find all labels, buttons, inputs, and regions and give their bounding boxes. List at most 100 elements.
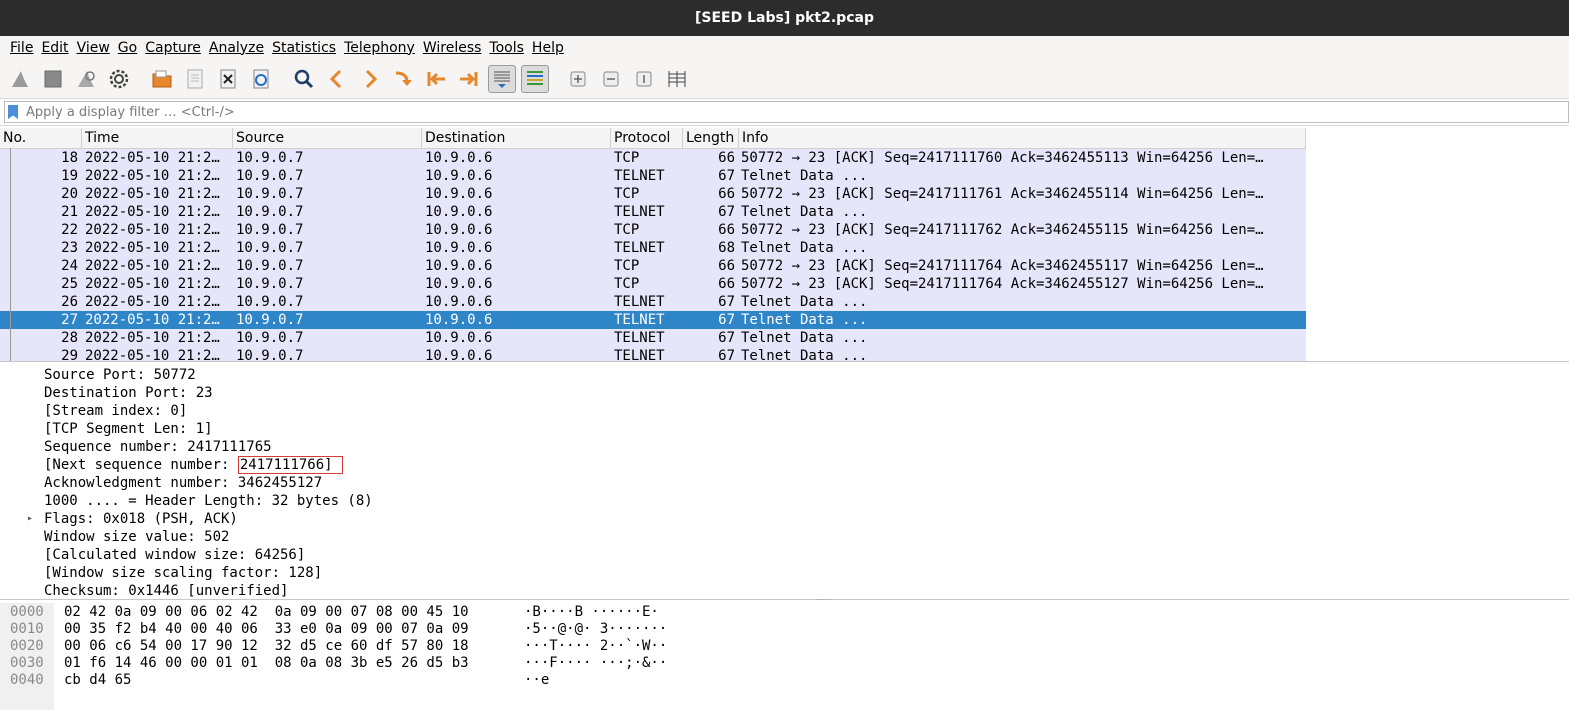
gear-options-icon[interactable] [105, 65, 133, 93]
display-filter-input[interactable] [24, 103, 1528, 121]
column-header-protocol[interactable]: Protocol [611, 128, 683, 148]
menu-analyze[interactable]: Analyze [205, 40, 268, 56]
packet-cell-time: 2022-05-10 21:2… [85, 240, 220, 256]
detail-line[interactable]: Sequence number: 2417111765 [0, 438, 1569, 456]
detail-line[interactable]: [TCP Segment Len: 1] [0, 420, 1569, 438]
detail-line[interactable]: [Calculated window size: 64256] [0, 546, 1569, 564]
bytes-offset[interactable]: 0040 [10, 672, 44, 689]
detail-line[interactable]: [Stream index: 0] [0, 402, 1569, 420]
column-header-length[interactable]: Length [683, 128, 739, 148]
search-icon[interactable] [290, 65, 318, 93]
detail-line[interactable]: Acknowledgment number: 3462455127 [0, 474, 1569, 492]
detail-line[interactable]: [Next sequence number: 2417111766] [0, 456, 1569, 474]
forward-arrow-icon[interactable] [356, 65, 384, 93]
packet-list-header: No. Time Source Destination Protocol Length In… [0, 128, 1306, 149]
expand-arrow-icon[interactable]: ▸ [27, 510, 33, 528]
menu-wireless[interactable]: Wireless [419, 40, 486, 56]
packet-bytes: 0000 02 42 0a 09 00 06 02 42 0a 09 00 07 … [0, 603, 1569, 710]
detail-line[interactable]: 1000 .... = Header Length: 32 bytes (8) [0, 492, 1569, 510]
column-header-info[interactable]: Info [739, 128, 1306, 148]
highlighted-value: 2417111766] [237, 456, 343, 474]
bytes-hex[interactable]: cb d4 65 [64, 672, 131, 689]
packet-row[interactable]: 26 2022-05-10 21:2… 10.9.0.7 10.9.0.6 TELNET… [0, 293, 1306, 311]
bytes-ascii[interactable]: ·5··@·@· 3······· [524, 621, 667, 638]
packet-row[interactable]: 29 2022-05-10 21:2… 10.9.0.7 10.9.0.6 TELNET… [0, 347, 1306, 361]
bytes-ascii[interactable]: ·B····B ······E· [524, 604, 659, 621]
bytes-ascii[interactable]: ··e [524, 672, 549, 689]
bytes-offset[interactable]: 0000 [10, 604, 44, 621]
column-header-no[interactable]: No. [0, 128, 82, 148]
last-packet-icon[interactable] [455, 65, 483, 93]
bytes-offset[interactable]: 0030 [10, 655, 44, 672]
colorize-icon[interactable] [521, 64, 549, 93]
bytes-hex[interactable]: 00 06 c6 54 00 17 90 12 32 d5 ce 60 df 5… [64, 638, 469, 655]
column-header-destination[interactable]: Destination [422, 128, 611, 148]
detail-line[interactable]: ▸ Flags: 0x018 (PSH, ACK) [0, 510, 1569, 528]
packet-row[interactable]: 21 2022-05-10 21:2… 10.9.0.7 10.9.0.6 TELNET… [0, 203, 1306, 221]
packet-cell-info: Telnet Data ... [741, 168, 868, 184]
packet-row[interactable]: 25 2022-05-10 21:2… 10.9.0.7 10.9.0.6 TCP 66 5… [0, 275, 1306, 293]
packet-cell-info: 50772 → 23 [ACK] Seq=2417111764 Ack=3462… [741, 276, 1264, 292]
detail-line[interactable]: Source Port: 50772 [0, 366, 1569, 384]
save-file-icon[interactable] [181, 65, 209, 93]
open-folder-icon[interactable] [148, 65, 176, 93]
bytes-ascii[interactable]: ···F···· ···;·&·· [524, 655, 667, 672]
first-packet-icon[interactable] [422, 65, 450, 93]
close-file-icon[interactable] [214, 65, 242, 93]
bookmark-icon[interactable] [8, 105, 18, 119]
go-to-packet-icon[interactable] [389, 65, 417, 93]
packet-row[interactable]: 19 2022-05-10 21:2… 10.9.0.7 10.9.0.6 TELNET… [0, 167, 1306, 185]
bytes-hex[interactable]: 02 42 0a 09 00 06 02 42 0a 09 00 07 08 0… [64, 604, 469, 621]
bytes-hex[interactable]: 01 f6 14 46 00 00 01 01 08 0a 08 3b e5 2… [64, 655, 469, 672]
packet-cell-dst: 10.9.0.6 [425, 312, 493, 328]
menu-file[interactable]: File [6, 40, 37, 56]
bytes-offset[interactable]: 0020 [10, 638, 44, 655]
menu-tools[interactable]: Tools [485, 40, 528, 56]
resize-columns-icon[interactable] [663, 65, 691, 93]
packet-cell-time: 2022-05-10 21:2… [85, 330, 220, 346]
packet-row[interactable]: 23 2022-05-10 21:2… 10.9.0.7 10.9.0.6 TELNET… [0, 239, 1306, 257]
bytes-hex[interactable]: 00 35 f2 b4 40 00 40 06 33 e0 0a 09 00 0… [64, 621, 469, 638]
stop-square-icon[interactable] [39, 65, 67, 93]
packet-row[interactable]: 28 2022-05-10 21:2… 10.9.0.7 10.9.0.6 TELNET… [0, 329, 1306, 347]
packet-list-rows: 18 2022-05-10 21:2… 10.9.0.7 10.9.0.6 TCP 66 5… [0, 149, 1569, 361]
back-arrow-icon[interactable] [323, 65, 351, 93]
menu-telephony[interactable]: Telephony [340, 40, 419, 56]
reload-file-icon[interactable] [247, 65, 275, 93]
detail-line[interactable]: Window size value: 502 [0, 528, 1569, 546]
menu-capture[interactable]: Capture [141, 40, 205, 56]
packet-cell-src: 10.9.0.7 [236, 222, 304, 238]
packet-row[interactable]: 18 2022-05-10 21:2… 10.9.0.7 10.9.0.6 TCP 66 5… [0, 149, 1306, 167]
display-filter-field[interactable] [4, 101, 1569, 123]
menu-go[interactable]: Go [114, 40, 141, 56]
zoom-in-icon[interactable] [564, 65, 592, 93]
column-header-time[interactable]: Time [82, 128, 233, 148]
bytes-offset[interactable]: 0010 [10, 621, 44, 638]
packet-cell-time: 2022-05-10 21:2… [85, 204, 220, 220]
detail-line[interactable]: Destination Port: 23 [0, 384, 1569, 402]
packet-cell-time: 2022-05-10 21:2… [85, 294, 220, 310]
zoom-out-icon[interactable] [597, 65, 625, 93]
bytes-ascii[interactable]: ···T···· 2··`·W·· [524, 638, 667, 655]
packet-row[interactable]: 20 2022-05-10 21:2… 10.9.0.7 10.9.0.6 TCP 66 5… [0, 185, 1306, 203]
normal-size-icon[interactable] [630, 65, 658, 93]
column-header-source[interactable]: Source [233, 128, 422, 148]
menu-edit[interactable]: Edit [37, 40, 72, 56]
shark-fin-restart-icon[interactable] [72, 65, 100, 93]
menu-view[interactable]: View [73, 40, 114, 56]
packet-cell-dst: 10.9.0.6 [425, 330, 493, 346]
packet-cell-len: 66 [718, 276, 735, 292]
packet-cell-dst: 10.9.0.6 [425, 294, 493, 310]
autoscroll-icon[interactable] [488, 64, 516, 93]
packet-row[interactable]: 24 2022-05-10 21:2… 10.9.0.7 10.9.0.6 TCP 66 5… [0, 257, 1306, 275]
shark-fin-start-icon[interactable] [6, 65, 34, 93]
detail-line[interactable]: [Window size scaling factor: 128] [0, 564, 1569, 582]
packet-cell-src: 10.9.0.7 [236, 330, 304, 346]
packet-row-selected[interactable]: 27 2022-05-10 21:2… 10.9.0.7 10.9.0.6 TELNET… [0, 311, 1306, 329]
packet-row[interactable]: 22 2022-05-10 21:2… 10.9.0.7 10.9.0.6 TCP 66 5… [0, 221, 1306, 239]
menu-help[interactable]: Help [528, 40, 568, 56]
detail-line[interactable]: Checksum: 0x1446 [unverified] [0, 582, 1569, 599]
menu-statistics[interactable]: Statistics [268, 40, 340, 56]
packet-cell-proto: TCP [614, 276, 640, 292]
packet-cell-dst: 10.9.0.6 [425, 222, 493, 238]
